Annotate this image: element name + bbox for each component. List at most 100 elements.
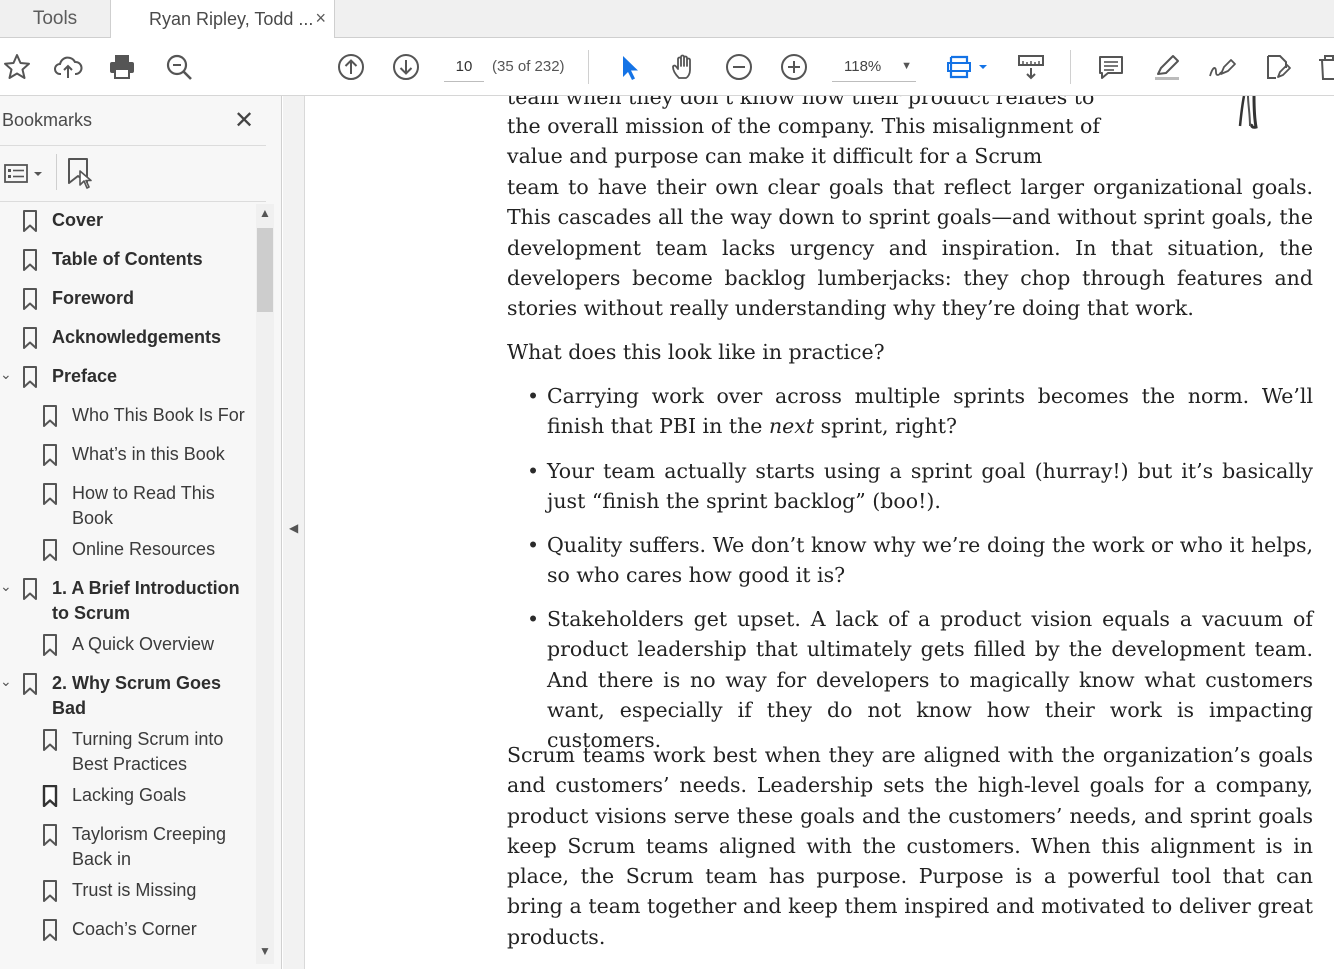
chevron-down-icon[interactable]: ⌄ xyxy=(0,578,12,595)
paragraph: Scrum teams work best when they are alig… xyxy=(507,743,1313,949)
bookmark-item[interactable]: What’s in this Book xyxy=(0,442,256,472)
zoom-level-select[interactable]: 118% ▼ xyxy=(832,52,916,82)
comment-icon[interactable] xyxy=(1094,50,1128,84)
bookmark-label: 2. Why Scrum Goes Bad xyxy=(52,673,222,718)
bookmark-icon xyxy=(23,210,37,232)
bookmark-item[interactable]: Who This Book Is For xyxy=(0,403,256,433)
bookmark-label: Table of Contents xyxy=(52,249,203,269)
bookmarks-scrollbar[interactable]: ▲ ▼ xyxy=(256,204,274,964)
illustration-figure xyxy=(1236,96,1276,130)
bookmark-label: Acknowledgements xyxy=(52,327,222,347)
print-icon[interactable] xyxy=(105,50,139,84)
toolbar-divider xyxy=(588,50,589,84)
page-number-input[interactable] xyxy=(444,52,484,82)
bookmark-label: Trust is Missing xyxy=(72,880,197,900)
star-icon[interactable] xyxy=(0,50,34,84)
list-item-text: Carrying work over across multiple sprin… xyxy=(547,384,1313,439)
list-item-text: Your team actually starts using a sprint… xyxy=(547,459,1313,514)
bookmark-label: Taylorism Creeping Back in xyxy=(72,824,227,869)
bookmark-icon xyxy=(43,880,57,902)
scroll-mode-icon[interactable] xyxy=(1014,50,1048,84)
chevron-down-icon[interactable]: ⌄ xyxy=(0,673,12,690)
bookmark-item[interactable]: Cover xyxy=(0,208,256,238)
bullet-icon: • xyxy=(527,607,540,631)
zoom-level-value: 118% xyxy=(844,58,882,75)
scroll-down-icon[interactable]: ▼ xyxy=(256,944,274,962)
bookmark-icon xyxy=(23,673,37,695)
bookmark-item[interactable]: How to Read This Book xyxy=(0,481,256,537)
bookmark-item[interactable]: Trust is Missing xyxy=(0,878,256,908)
chevron-down-icon[interactable]: ⌄ xyxy=(0,366,12,383)
bookmark-label: Lacking Goals xyxy=(72,785,187,805)
bullet-icon: • xyxy=(527,384,540,408)
close-panel-icon[interactable]: ✕ xyxy=(234,106,254,135)
fit-page-icon[interactable] xyxy=(942,50,992,84)
bookmark-icon xyxy=(43,824,57,846)
next-page-icon[interactable] xyxy=(389,50,423,84)
highlight-icon[interactable] xyxy=(1150,50,1184,84)
bookmark-icon xyxy=(23,578,37,600)
bookmarks-panel: Bookmarks ✕ Cover Table of Contents Fore… xyxy=(0,96,282,969)
bookmarks-toolbar xyxy=(0,146,266,202)
bookmark-options-icon[interactable] xyxy=(4,162,46,186)
scrollbar-thumb[interactable] xyxy=(257,228,273,312)
bookmark-icon xyxy=(43,729,57,751)
zoom-in-icon[interactable] xyxy=(777,50,811,84)
bookmark-label: Cover xyxy=(52,210,104,230)
hand-tool-icon[interactable] xyxy=(667,50,701,84)
bookmark-item[interactable]: Table of Contents xyxy=(0,247,256,277)
chevron-down-icon: ▼ xyxy=(901,60,912,72)
scroll-up-icon[interactable]: ▲ xyxy=(256,206,274,224)
zoom-search-icon[interactable] xyxy=(162,50,196,84)
bookmark-item[interactable]: Coach’s Corner xyxy=(0,917,256,947)
bullet-icon: • xyxy=(527,459,540,483)
delete-icon[interactable] xyxy=(1312,50,1334,84)
bookmark-label: Preface xyxy=(52,366,118,386)
tab-tools[interactable]: Tools xyxy=(0,0,110,38)
edit-document-icon[interactable] xyxy=(1260,50,1294,84)
bookmark-item[interactable]: ⌄ Preface xyxy=(0,364,256,394)
page-count: (35 of 232) xyxy=(492,58,565,75)
bookmark-item[interactable]: Online Resources xyxy=(0,537,256,567)
bookmark-icon xyxy=(23,249,37,271)
tab-document[interactable]: Ryan Ripley, Todd ... × xyxy=(110,0,335,39)
zoom-out-icon[interactable] xyxy=(722,50,756,84)
bookmark-icon xyxy=(23,288,37,310)
toolbar-divider xyxy=(1070,50,1071,84)
bookmark-item[interactable]: Foreword xyxy=(0,286,256,316)
bookmark-label: Turning Scrum into Best Practices xyxy=(72,729,224,774)
bookmarks-title: Bookmarks xyxy=(2,110,93,130)
bullet-icon: • xyxy=(527,533,540,557)
bookmark-label: How to Read This Book xyxy=(72,483,215,528)
bookmark-icon xyxy=(43,634,57,656)
paragraph-question: What does this look like in practice? xyxy=(507,340,885,364)
bookmark-item[interactable]: Lacking Goals xyxy=(0,783,256,813)
paragraph-narrow: the overall mission of the company. This… xyxy=(507,114,1100,169)
bookmark-label: Online Resources xyxy=(72,539,216,559)
close-tab-icon[interactable]: × xyxy=(315,8,326,29)
bookmark-label: Foreword xyxy=(52,288,135,308)
bookmark-item[interactable]: ⌄ 1. A Brief Introduction to Scrum xyxy=(0,576,256,632)
cloud-upload-icon[interactable] xyxy=(51,50,85,84)
bookmark-item[interactable]: Turning Scrum into Best Practices xyxy=(0,727,256,783)
select-cursor-icon[interactable] xyxy=(612,50,646,84)
bookmark-icon xyxy=(23,327,37,349)
panel-collapse-handle[interactable]: ◀ xyxy=(283,96,305,969)
list-item-text: Quality suffers. We don’t know why we’re… xyxy=(547,533,1313,588)
bookmark-label: 1. A Brief Introduction to Scrum xyxy=(52,578,240,623)
bookmark-label: A Quick Overview xyxy=(72,634,215,654)
bookmark-item[interactable]: Taylorism Creeping Back in xyxy=(0,822,256,878)
tab-bar: Tools Ryan Ripley, Todd ... × xyxy=(0,0,1334,39)
bookmark-item[interactable]: ⌄ 2. Why Scrum Goes Bad xyxy=(0,671,256,727)
previous-page-icon[interactable] xyxy=(334,50,368,84)
add-bookmark-icon[interactable] xyxy=(66,157,96,189)
sign-icon[interactable] xyxy=(1205,50,1239,84)
toolbar: (35 of 232) 118% ▼ xyxy=(0,38,1334,96)
list-item-text: Stakeholders get upset. A lack of a prod… xyxy=(547,607,1313,753)
bookmark-item[interactable]: A Quick Overview xyxy=(0,632,256,662)
bookmark-icon xyxy=(43,919,57,941)
bookmark-icon xyxy=(43,539,57,561)
bookmark-icon xyxy=(23,366,37,388)
bookmark-item[interactable]: Acknowledgements xyxy=(0,325,256,355)
bookmark-icon xyxy=(42,785,58,807)
